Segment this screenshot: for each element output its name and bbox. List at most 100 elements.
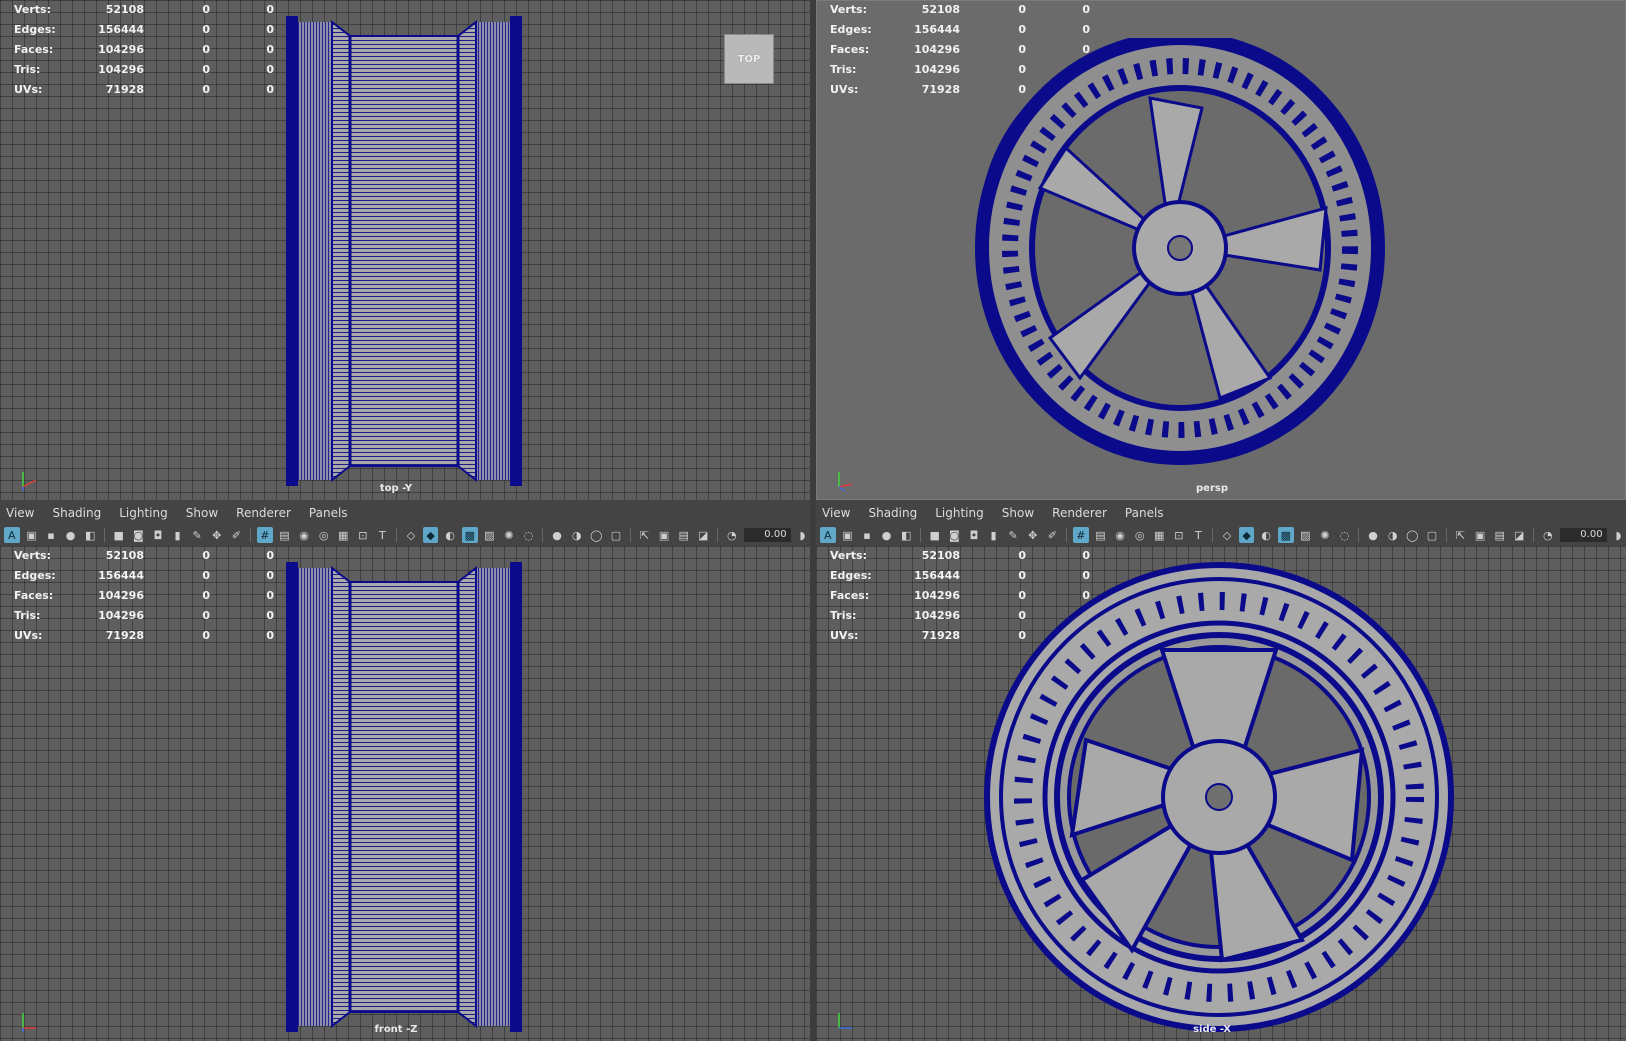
frame-icon[interactable]: ▣ xyxy=(24,527,40,543)
menu-panels[interactable]: Panels xyxy=(309,506,354,520)
menu-renderer[interactable]: Renderer xyxy=(1052,506,1113,520)
stat-value: 104296 xyxy=(98,43,144,56)
pen-icon[interactable]: ✎ xyxy=(1005,527,1021,543)
xray-joints-icon[interactable]: ▤ xyxy=(1492,527,1508,543)
move-icon[interactable]: ✥ xyxy=(1025,527,1041,543)
menu-lighting[interactable]: Lighting xyxy=(119,506,174,520)
camera-attrs-icon[interactable]: ◙ xyxy=(947,527,963,543)
xray-joints-icon[interactable]: ▤ xyxy=(676,527,692,543)
exposure-icon[interactable]: ◔ xyxy=(1540,527,1556,543)
move-icon[interactable]: ✥ xyxy=(209,527,225,543)
gamma-icon[interactable]: ◗ xyxy=(795,527,811,543)
screen-space-ao-icon[interactable]: ● xyxy=(549,527,565,543)
layers-icon[interactable]: ◧ xyxy=(898,527,914,543)
shadows-icon[interactable]: ◌ xyxy=(521,527,537,543)
shadows-icon[interactable]: ◌ xyxy=(1337,527,1353,543)
isolate-select-icon[interactable]: ⇱ xyxy=(1453,527,1469,543)
lights-icon[interactable]: ✺ xyxy=(501,527,517,543)
default-material-icon[interactable]: ◐ xyxy=(1258,527,1274,543)
resolution-gate-icon[interactable]: ◉ xyxy=(296,527,312,543)
select-camera-icon[interactable]: A xyxy=(4,527,20,543)
field-chart-icon[interactable]: ▦ xyxy=(1151,527,1167,543)
bookmark-icon[interactable]: ▪ xyxy=(859,527,875,543)
menu-view[interactable]: View xyxy=(6,506,40,520)
grid-icon[interactable]: # xyxy=(257,527,273,543)
bookmark-flag-icon[interactable]: ▮ xyxy=(986,527,1002,543)
exposure-icon[interactable]: ◔ xyxy=(724,527,740,543)
smooth-shade-icon[interactable]: ◆ xyxy=(422,527,439,543)
gate-mask-icon[interactable]: ◎ xyxy=(1132,527,1148,543)
smooth-shade-icon[interactable]: ◆ xyxy=(1238,527,1255,543)
layers-icon[interactable]: ◧ xyxy=(82,527,98,543)
stat-value: 52108 xyxy=(921,549,960,562)
camera-attrs-icon[interactable]: ◙ xyxy=(131,527,147,543)
motion-blur-icon[interactable]: ◑ xyxy=(1385,527,1401,543)
backface-icon[interactable]: ◪ xyxy=(695,527,711,543)
bookmark-icon[interactable]: ▪ xyxy=(43,527,59,543)
lights-icon[interactable]: ✺ xyxy=(1317,527,1333,543)
film-gate-icon[interactable]: ▤ xyxy=(1093,527,1109,543)
xray-icon[interactable]: ▣ xyxy=(1472,527,1488,543)
wheel-profile-mesh xyxy=(286,562,522,1032)
stat-value: 71928 xyxy=(921,629,960,642)
gate-mask-icon[interactable]: ◎ xyxy=(316,527,332,543)
depth-of-field-icon[interactable]: ▢ xyxy=(1424,527,1440,543)
sphere-icon[interactable]: ● xyxy=(879,527,895,543)
field-chart-icon[interactable]: ▦ xyxy=(335,527,351,543)
viewport-persp[interactable]: Verts: 52108 0 0 Edges: 156444 0 0 Faces: 10429… xyxy=(816,0,1626,500)
depth-of-field-icon[interactable]: ▢ xyxy=(608,527,624,543)
view-cube[interactable]: TOP xyxy=(724,34,774,84)
menu-renderer[interactable]: Renderer xyxy=(236,506,297,520)
camera-icon[interactable]: ■ xyxy=(927,527,943,543)
viewport-side[interactable]: Verts: 52108 0 0 Edges: 156444 0 0 Faces: 10429… xyxy=(816,546,1626,1041)
image-plane-icon[interactable]: ◘ xyxy=(150,527,166,543)
axis-gizmo-icon xyxy=(838,1013,852,1029)
pencil-icon[interactable]: ✐ xyxy=(229,527,245,543)
select-camera-icon[interactable]: A xyxy=(820,527,836,543)
wireframe-icon[interactable]: ◇ xyxy=(403,527,419,543)
xray-icon[interactable]: ▣ xyxy=(656,527,672,543)
menu-lighting[interactable]: Lighting xyxy=(935,506,990,520)
pencil-icon[interactable]: ✐ xyxy=(1045,527,1061,543)
pen-icon[interactable]: ✎ xyxy=(189,527,205,543)
menu-shading[interactable]: Shading xyxy=(868,506,923,520)
anti-aliasing-icon[interactable]: ◯ xyxy=(589,527,605,543)
menu-panels[interactable]: Panels xyxy=(1125,506,1170,520)
film-gate-icon[interactable]: ▤ xyxy=(277,527,293,543)
bookmark-flag-icon[interactable]: ▮ xyxy=(170,527,186,543)
viewport-top[interactable]: Verts: 52108 0 0 Edges: 156444 0 0 Faces: 10429… xyxy=(0,0,810,500)
motion-blur-icon[interactable]: ◑ xyxy=(569,527,585,543)
wireframe-on-shaded-icon[interactable]: ▩ xyxy=(461,527,478,543)
safe-title-icon[interactable]: T xyxy=(375,527,391,543)
stat-label: Tris: xyxy=(830,63,857,76)
textured-icon[interactable]: ▨ xyxy=(1298,527,1314,543)
wireframe-icon[interactable]: ◇ xyxy=(1219,527,1235,543)
grid-icon[interactable]: # xyxy=(1073,527,1089,543)
sphere-icon[interactable]: ● xyxy=(63,527,79,543)
backface-icon[interactable]: ◪ xyxy=(1511,527,1527,543)
image-plane-icon[interactable]: ◘ xyxy=(966,527,982,543)
resolution-gate-icon[interactable]: ◉ xyxy=(1112,527,1128,543)
textured-icon[interactable]: ▨ xyxy=(482,527,498,543)
anti-aliasing-icon[interactable]: ◯ xyxy=(1405,527,1421,543)
menu-show[interactable]: Show xyxy=(1002,506,1040,520)
gamma-icon[interactable]: ◗ xyxy=(1611,527,1626,543)
safe-action-icon[interactable]: ⊡ xyxy=(1171,527,1187,543)
camera-icon[interactable]: ■ xyxy=(111,527,127,543)
frame-icon[interactable]: ▣ xyxy=(840,527,856,543)
exposure-field[interactable]: 0.00 xyxy=(1559,528,1607,542)
wireframe-on-shaded-icon[interactable]: ▩ xyxy=(1277,527,1294,543)
menu-view[interactable]: View xyxy=(822,506,856,520)
isolate-select-icon[interactable]: ⇱ xyxy=(637,527,653,543)
safe-action-icon[interactable]: ⊡ xyxy=(355,527,371,543)
axis-gizmo-icon xyxy=(22,1013,36,1032)
default-material-icon[interactable]: ◐ xyxy=(442,527,458,543)
panel-toolbar: A ▣ ▪ ● ◧ ■ ◙ ◘ ▮ ✎ ✥ ✐ # ▤ ◉ ◎ ▦ ⊡ T ◇ … xyxy=(4,526,810,544)
viewport-front[interactable]: Verts: 52108 0 0 Edges: 156444 0 0 Faces: 10429… xyxy=(0,546,810,1041)
screen-space-ao-icon[interactable]: ● xyxy=(1365,527,1381,543)
menu-shading[interactable]: Shading xyxy=(52,506,107,520)
exposure-field[interactable]: 0.00 xyxy=(743,528,791,542)
stat-label: Tris: xyxy=(14,63,41,76)
menu-show[interactable]: Show xyxy=(186,506,224,520)
safe-title-icon[interactable]: T xyxy=(1191,527,1207,543)
